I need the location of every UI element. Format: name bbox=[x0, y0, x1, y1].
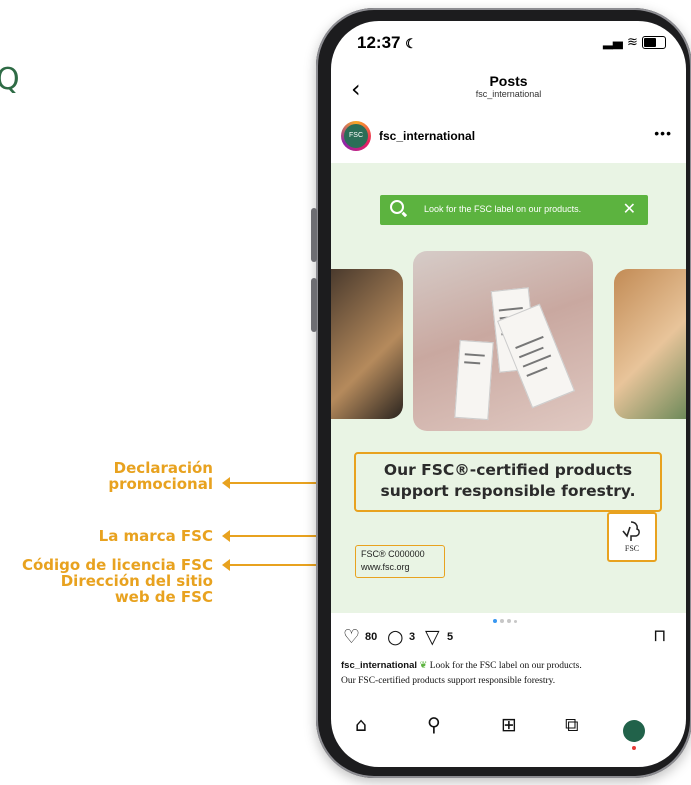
reels-icon[interactable]: ⧉ bbox=[565, 714, 579, 736]
bookmark-icon[interactable]: ⊓ bbox=[653, 626, 666, 646]
caption-line2: Our FSC-certified products support respo… bbox=[341, 676, 556, 686]
heart-icon[interactable]: ♡ bbox=[343, 626, 360, 648]
create-icon[interactable]: ⊞ bbox=[501, 714, 517, 736]
carousel-dot bbox=[513, 620, 517, 623]
focus-moon-icon: ☾ bbox=[405, 36, 417, 51]
fsc-tree-check-icon bbox=[622, 521, 640, 541]
page-subtitle: fsc_international bbox=[475, 89, 542, 99]
search-icon[interactable]: ⚲ bbox=[427, 714, 441, 736]
annotation-promo-line1: Declaración bbox=[113, 459, 213, 477]
home-icon[interactable]: ⌂ bbox=[355, 714, 367, 736]
caption-line1: Look for the FSC label on our products. bbox=[429, 661, 582, 671]
bottom-navigation: ⌂ ⚲ ⊞ ⧉ bbox=[331, 704, 686, 754]
battery-level: 27 bbox=[644, 38, 656, 47]
status-time: 12:37 ☾ bbox=[357, 33, 417, 53]
battery-icon: 27 bbox=[642, 36, 666, 49]
product-photo-brush bbox=[614, 269, 686, 419]
status-icons: ▂▄ ≋ 27 bbox=[603, 35, 666, 50]
product-tag bbox=[454, 339, 494, 421]
avatar[interactable]: FSC bbox=[341, 121, 371, 151]
page-title: Posts bbox=[489, 73, 528, 89]
time-text: 12:37 bbox=[357, 33, 401, 52]
fsc-mark-label: FSC bbox=[624, 544, 640, 553]
caption-username[interactable]: fsc_international bbox=[341, 660, 417, 671]
avatar-fsc-logo: FSC bbox=[344, 124, 368, 148]
annotation-fsc-mark: La marca FSC bbox=[98, 527, 213, 545]
arrow-left-icon bbox=[222, 530, 230, 542]
arrow-left-icon bbox=[222, 559, 230, 571]
claim-line2: support responsible forestry. bbox=[380, 482, 636, 500]
annotation-website-line2: web de FSC bbox=[114, 588, 213, 606]
profile-icon[interactable] bbox=[623, 720, 645, 750]
comment-count: 3 bbox=[409, 631, 416, 643]
annotation-website-line1: Dirección del sitio bbox=[60, 572, 213, 590]
product-photo-lingerie-tags bbox=[413, 251, 593, 431]
like-count: 80 bbox=[365, 631, 378, 643]
promotional-claim: Our FSC®-certified products support resp… bbox=[354, 452, 662, 512]
annotation-website: Dirección del sitio web de FSC bbox=[60, 573, 213, 605]
signal-icon: ▂▄ bbox=[602, 35, 623, 50]
carousel-dot bbox=[506, 619, 511, 623]
search-banner[interactable]: Look for the FSC label on our products. … bbox=[380, 195, 648, 225]
post-caption: fsc_international ❦ Look for the FSC lab… bbox=[341, 658, 676, 689]
website-url: www.fsc.org bbox=[361, 562, 410, 572]
edge-glyph: Q bbox=[0, 62, 20, 97]
leaf-emoji-icon: ❦ bbox=[419, 660, 428, 671]
search-banner-text: Look for the FSC label on our products. bbox=[424, 204, 582, 214]
share-icon[interactable]: ▽ bbox=[425, 626, 440, 648]
license-code: FSC® C000000 bbox=[361, 549, 425, 559]
volume-up-button bbox=[311, 208, 317, 262]
wifi-icon: ≋ bbox=[626, 35, 638, 50]
product-photo-toothbrush bbox=[331, 269, 403, 419]
share-count: 5 bbox=[447, 631, 454, 643]
close-icon[interactable]: ✕ bbox=[623, 199, 636, 218]
claim-line1: Our FSC®-certified products bbox=[383, 461, 633, 479]
arrow-left-icon bbox=[222, 477, 230, 489]
comment-icon[interactable]: ○ bbox=[387, 626, 404, 648]
post-username[interactable]: fsc_international bbox=[379, 129, 475, 143]
fsc-mark: FSC bbox=[607, 512, 657, 562]
volume-down-button bbox=[311, 278, 317, 332]
post-actions: ♡ 80 ○ 3 ▽ 5 ⊓ bbox=[343, 626, 674, 650]
promotional-claim-text: Our FSC®-certified products support resp… bbox=[356, 460, 660, 502]
more-options-icon[interactable]: ••• bbox=[654, 125, 672, 141]
phone-screen: 12:37 ☾ ▂▄ ≋ 27 ‹ Posts fsc_internationa… bbox=[331, 21, 686, 767]
carousel-dot bbox=[499, 619, 504, 623]
license-code-box: FSC® C000000 www.fsc.org bbox=[355, 545, 445, 578]
annotation-promotional-claim: Declaración promocional bbox=[95, 460, 213, 492]
search-icon bbox=[390, 200, 404, 214]
carousel-dot-active bbox=[492, 619, 497, 623]
annotation-license-code: Código de licencia FSC bbox=[21, 556, 213, 574]
annotation-promo-line2: promocional bbox=[108, 475, 213, 493]
